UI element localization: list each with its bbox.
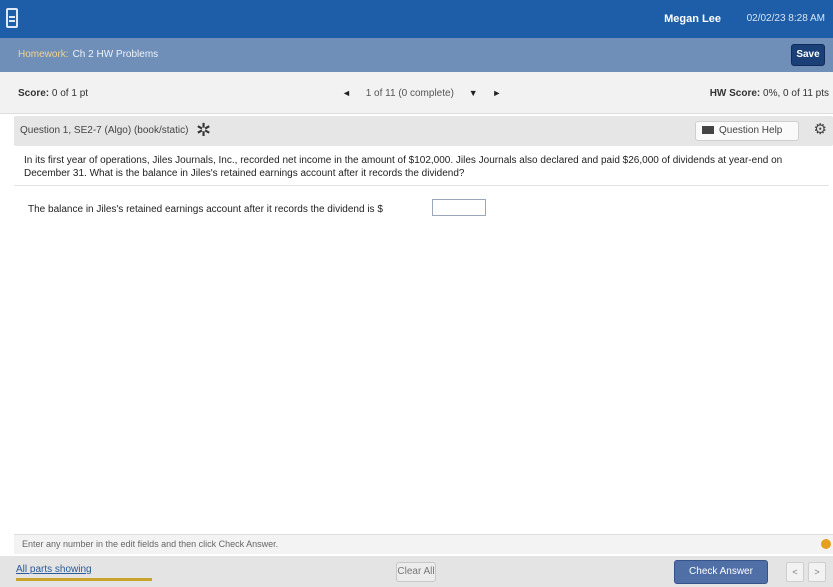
parts-progress-bar — [16, 578, 152, 581]
user-name: Megan Lee — [664, 13, 721, 25]
question-dropdown-icon[interactable]: ▼ — [469, 88, 478, 98]
status-dot-icon — [821, 539, 831, 549]
divider — [14, 185, 829, 186]
check-answer-button[interactable]: Check Answer — [674, 560, 768, 584]
save-button[interactable]: Save — [791, 44, 825, 66]
menu-icon[interactable] — [6, 8, 18, 28]
question-help-button[interactable]: Question Help — [695, 121, 799, 141]
answer-lead: The balance in Jiles's retained earnings… — [28, 204, 383, 215]
hint-bar: Enter any number in the edit fields and … — [14, 534, 833, 554]
datetime: 02/02/23 8:28 AM — [746, 13, 825, 24]
next-part-button[interactable]: > — [808, 562, 826, 582]
homework-label: Homework: — [18, 49, 69, 60]
hint-text: Enter any number in the edit fields and … — [22, 539, 279, 549]
question-status: 1 of 11 (0 complete) — [365, 88, 454, 99]
answer-input[interactable] — [432, 199, 486, 216]
puzzle-icon: ✲ — [196, 120, 212, 140]
app-window: Megan Lee 02/02/23 8:28 AM Homework: Ch 2… — [0, 0, 833, 587]
question-navigator: ◄ 1 of 11 (0 complete) ▼ ► — [336, 88, 507, 99]
score: Score: 0 of 1 pt — [18, 88, 88, 99]
help-icon — [702, 126, 714, 134]
score-bar: Score: 0 of 1 pt ◄ 1 of 11 (0 complete) … — [0, 72, 833, 114]
top-bar: Megan Lee 02/02/23 8:28 AM — [0, 0, 833, 38]
hw-score-label: HW Score: — [709, 88, 761, 99]
assignment-bar: Homework: Ch 2 HW Problems Save — [0, 38, 833, 72]
hw-score-value: 0%, 0 of 11 pts — [763, 88, 829, 99]
hw-score: HW Score: 0%, 0 of 11 pts — [710, 88, 829, 99]
score-label: Score: — [18, 88, 50, 99]
homework-subtitle: Ch 2 HW Problems — [72, 49, 159, 60]
question-header: Question 1, SE2-7 (Algo) (book/static) ✲… — [14, 116, 833, 146]
score-value: 0 of 1 pt — [51, 88, 89, 99]
all-parts-link[interactable]: All parts showing — [16, 564, 92, 575]
gear-icon[interactable]: ⚙ — [814, 120, 827, 138]
question-title: Question 1, SE2-7 (Algo) (book/static) — [20, 125, 189, 136]
question-prompt: In its first year of operations, Jiles J… — [24, 155, 783, 179]
clear-all-button[interactable]: Clear All — [396, 562, 436, 582]
question-help-label: Question Help — [719, 125, 783, 136]
prev-part-button[interactable]: < — [786, 562, 804, 582]
footer-bar: All parts showing Clear All Check Answer… — [0, 556, 833, 587]
next-question-icon[interactable]: ► — [492, 88, 501, 98]
homework-title[interactable]: Homework: Ch 2 HW Problems — [18, 49, 158, 60]
prev-question-icon[interactable]: ◄ — [342, 88, 351, 98]
